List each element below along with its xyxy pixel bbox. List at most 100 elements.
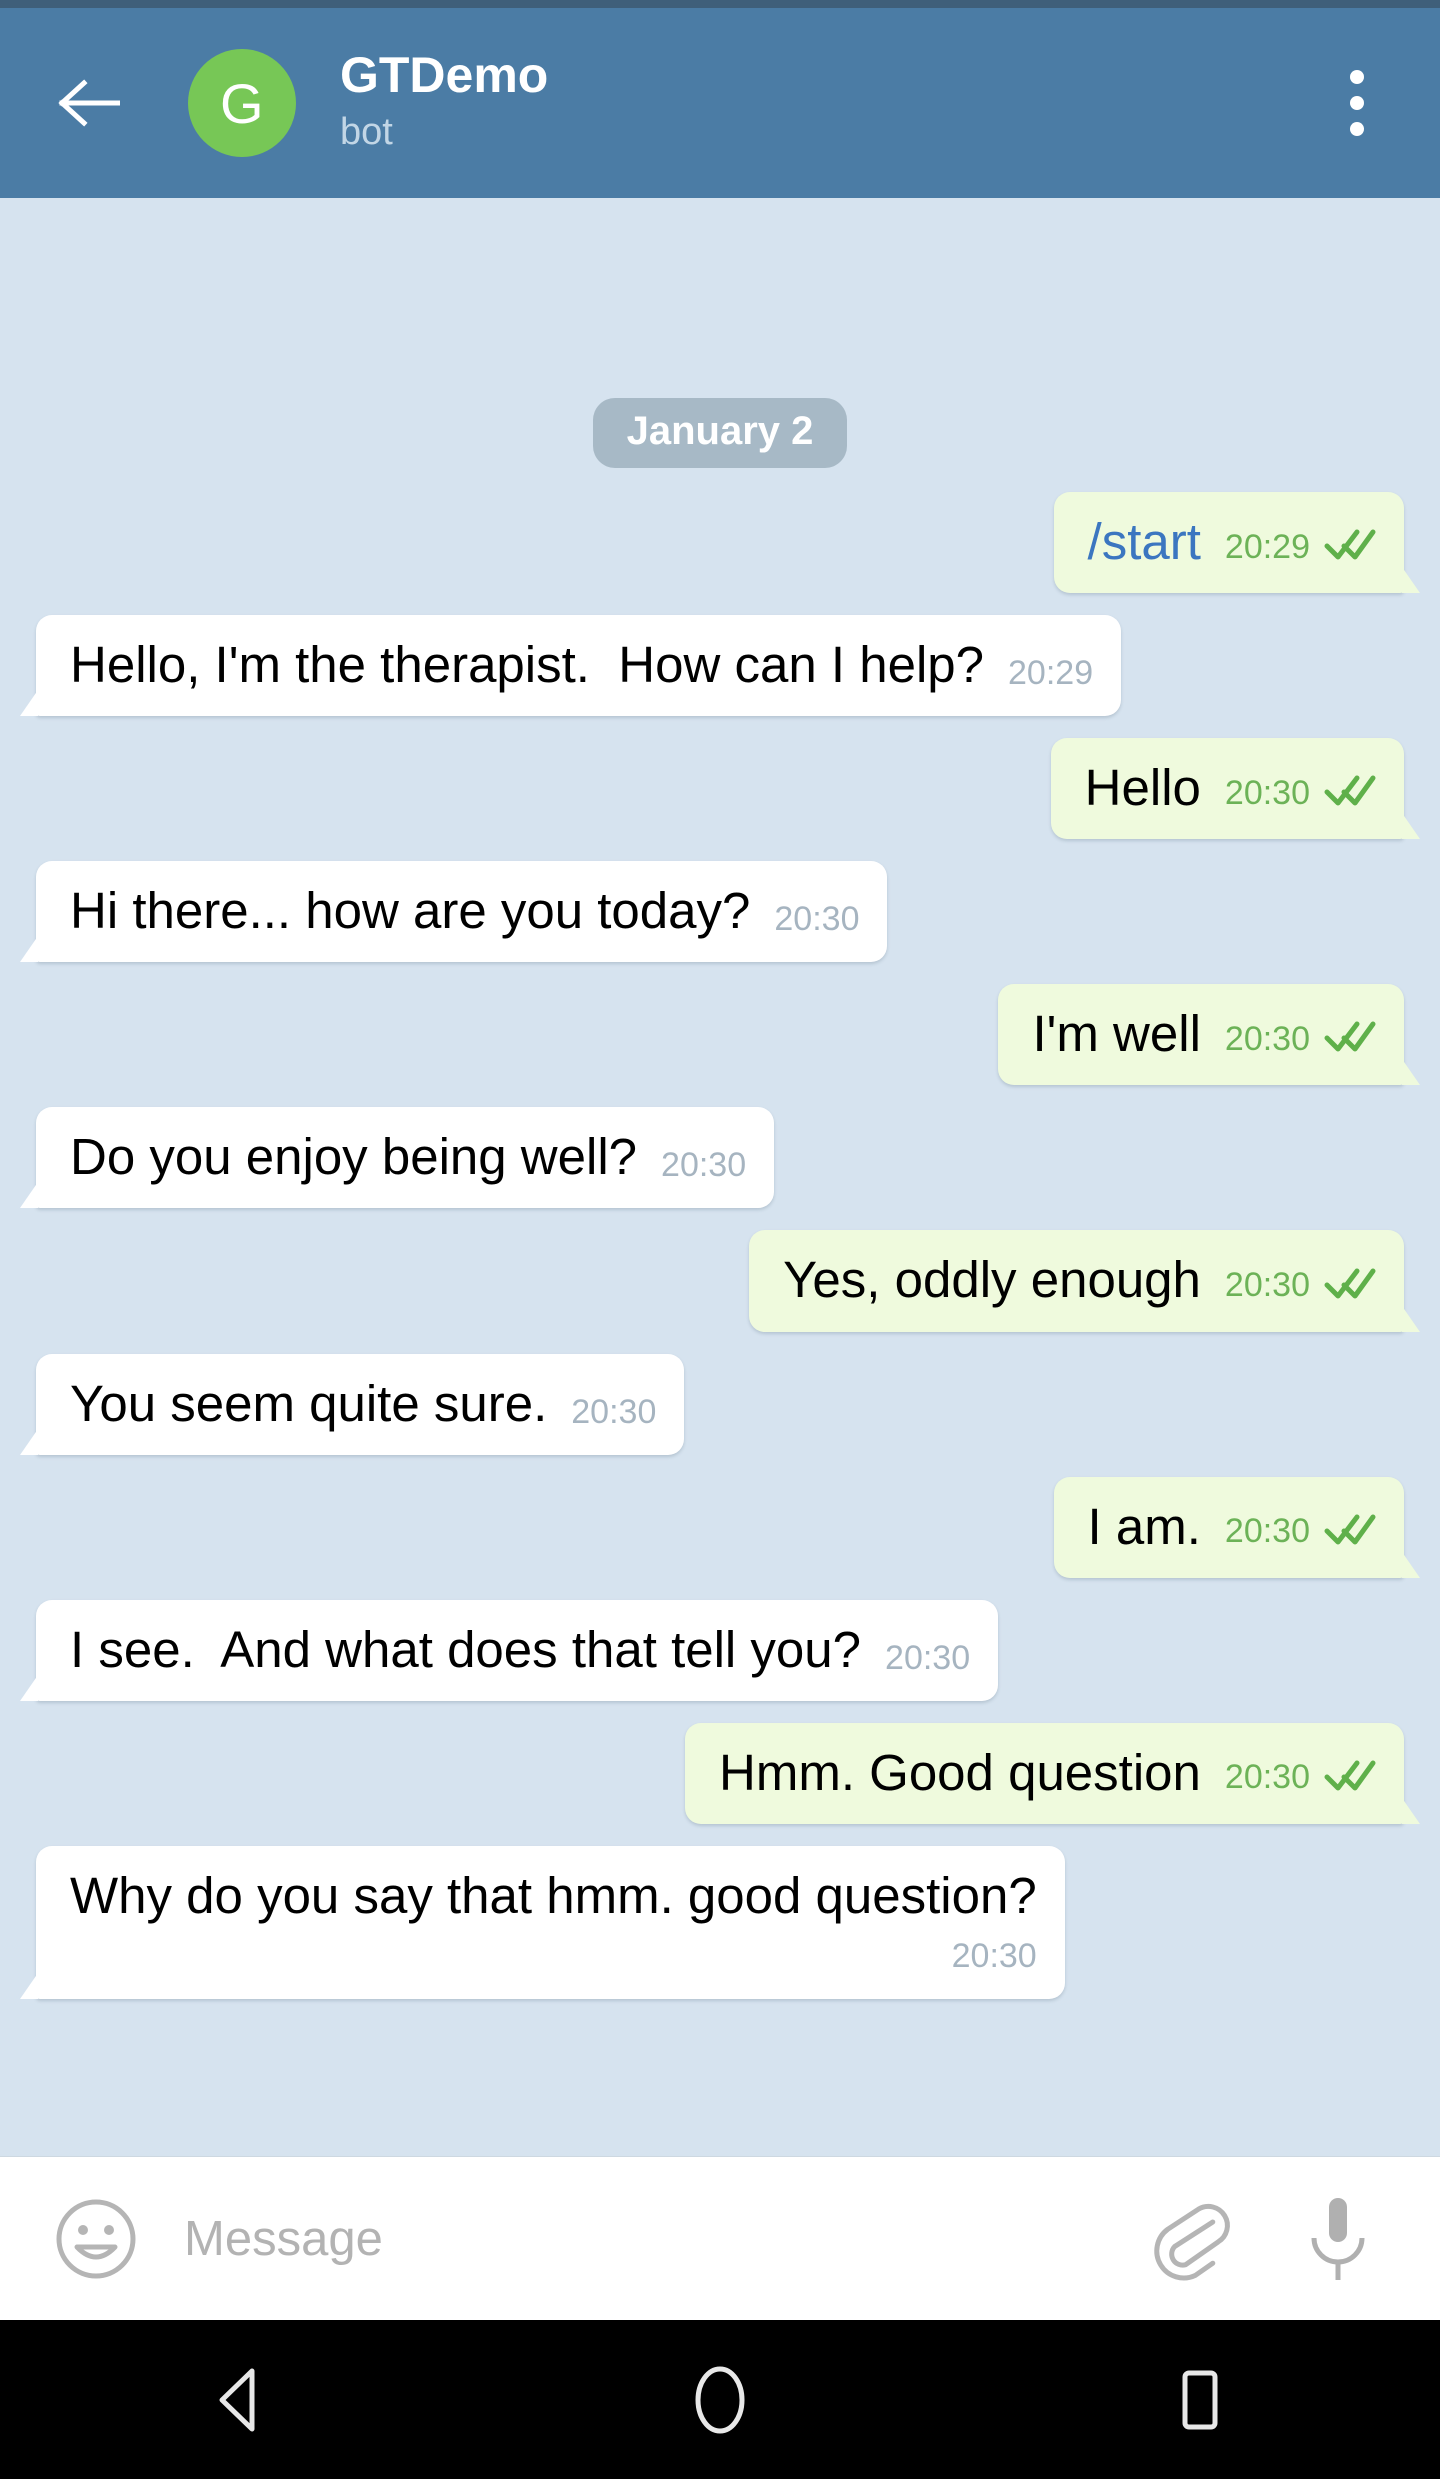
message-row: Do you enjoy being well? 20:30 <box>0 1107 1440 1209</box>
message-row: I see. And what does that tell you? 20:30 <box>0 1599 1440 1701</box>
arrow-left-icon <box>58 79 120 127</box>
message-meta: 20:30 <box>1225 772 1376 813</box>
read-receipt <box>1324 1511 1376 1552</box>
messages-container: /start 20:29 Hello, I'm the therapist. How… <box>0 492 1440 2000</box>
telegram-chat-screen: G GTDemo bot January 2 /start 20:29 Hello,… <box>0 0 1440 2479</box>
incoming-message-bubble[interactable]: I see. And what does that tell you? 20:30 <box>19 1599 999 1701</box>
message-row: Hmm. Good question 20:30 <box>0 1722 1440 1824</box>
paperclip-icon <box>1154 2203 1230 2280</box>
message-meta: 20:30 <box>1225 1757 1376 1798</box>
overflow-menu-icon <box>1350 122 1364 136</box>
avatar-letter: G <box>219 71 265 135</box>
emoji-button[interactable] <box>50 2193 142 2285</box>
outgoing-message-bubble[interactable]: Hello 20:30 <box>1050 738 1421 840</box>
message-timestamp: 20:30 <box>661 1146 747 1185</box>
message-row: Hello 20:30 <box>0 738 1440 840</box>
incoming-message-bubble[interactable]: Hi there... how are you today? 20:30 <box>19 861 888 963</box>
message-timestamp: 20:29 <box>1008 654 1094 693</box>
nav-home-circle-icon <box>695 2366 745 2433</box>
overflow-menu-button[interactable] <box>1302 48 1412 158</box>
read-receipt <box>1324 526 1376 567</box>
smiley-icon <box>56 2199 136 2278</box>
message-row: You seem quite sure. 20:30 <box>0 1353 1440 1455</box>
message-row: /start 20:29 <box>0 492 1440 594</box>
message-row: Hello, I'm the therapist. How can I help… <box>0 615 1440 717</box>
message-row: Yes, oddly enough 20:30 <box>0 1230 1440 1332</box>
message-meta: 20:30 <box>774 902 859 936</box>
message-meta: 20:29 <box>1008 656 1093 690</box>
outgoing-message-bubble[interactable]: /start 20:29 <box>1053 492 1421 594</box>
message-timestamp: 20:30 <box>885 1638 971 1677</box>
message-meta: 20:30 <box>571 1395 656 1429</box>
read-receipt <box>1324 1757 1376 1798</box>
message-timestamp: 20:30 <box>1224 1758 1310 1797</box>
message-row: Hi there... how are you today? 20:30 <box>0 861 1440 963</box>
nav-recents-button[interactable] <box>1125 2345 1275 2455</box>
message-row: I'm well 20:30 <box>0 984 1440 1086</box>
voice-record-button[interactable] <box>1290 2191 1386 2287</box>
double-check-icon <box>1324 1268 1376 1299</box>
message-meta: 20:29 <box>1225 526 1376 567</box>
status-bar <box>0 0 1440 8</box>
message-text: Hello <box>1084 759 1201 817</box>
incoming-message-bubble[interactable]: Why do you say that hmm. good question? 2… <box>20 1845 1065 2000</box>
message-timestamp: 20:30 <box>571 1392 657 1431</box>
back-button[interactable] <box>52 66 126 140</box>
message-meta: 20:30 <box>1225 1018 1376 1059</box>
message-input[interactable] <box>184 2210 1142 2267</box>
double-check-icon <box>1324 775 1376 806</box>
outgoing-message-bubble[interactable]: Yes, oddly enough 20:30 <box>749 1230 1420 1332</box>
outgoing-message-bubble[interactable]: I am. 20:30 <box>1053 1476 1421 1578</box>
message-text: I am. <box>1087 1497 1201 1555</box>
date-separator-row: January 2 <box>0 198 1440 492</box>
message-text: Why do you say that hmm. good question? <box>70 1866 1037 1924</box>
microphone-icon <box>1311 2197 1365 2280</box>
read-receipt <box>1324 1018 1376 1059</box>
message-text[interactable]: /start <box>1088 514 1201 569</box>
message-meta: 20:30 <box>661 1148 746 1182</box>
chat-subtitle: bot <box>340 111 393 154</box>
message-text: Hi there... how are you today? <box>70 882 751 940</box>
message-meta: 20:30 <box>1225 1265 1376 1306</box>
message-composer <box>0 2156 1440 2320</box>
nav-home-button[interactable] <box>645 2345 795 2455</box>
nav-back-button[interactable] <box>165 2345 315 2455</box>
message-timestamp: 20:30 <box>1224 1266 1310 1305</box>
nav-recents-square-icon <box>1182 2370 1218 2429</box>
double-check-icon <box>1324 1514 1376 1545</box>
incoming-message-bubble[interactable]: Do you enjoy being well? 20:30 <box>19 1107 775 1209</box>
chat-title-block[interactable]: GTDemo bot <box>340 49 1302 157</box>
double-check-icon <box>1324 1760 1376 1791</box>
android-navigation-bar <box>0 2320 1440 2479</box>
message-timestamp: 20:29 <box>1224 527 1310 566</box>
double-check-icon <box>1324 1021 1376 1052</box>
incoming-message-bubble[interactable]: Hello, I'm the therapist. How can I help… <box>19 615 1122 717</box>
chat-app-bar: G GTDemo bot <box>0 8 1440 198</box>
message-row: I am. 20:30 <box>0 1476 1440 1578</box>
outgoing-message-bubble[interactable]: Hmm. Good question 20:30 <box>685 1722 1420 1824</box>
read-receipt <box>1324 1265 1376 1306</box>
message-text: I'm well <box>1032 1005 1201 1063</box>
chat-title: GTDemo <box>340 47 549 104</box>
read-receipt <box>1324 772 1376 813</box>
message-text: Yes, oddly enough <box>783 1251 1201 1309</box>
message-text: Hello, I'm the therapist. How can I help… <box>70 636 985 694</box>
message-meta: 20:30 <box>885 1641 970 1675</box>
message-timestamp: 20:30 <box>774 900 860 939</box>
nav-back-triangle-icon <box>219 2368 255 2431</box>
outgoing-message-bubble[interactable]: I'm well 20:30 <box>998 984 1420 1086</box>
message-meta: 20:30 <box>94 1939 1037 1973</box>
message-row: Why do you say that hmm. good question? 2… <box>0 1845 1440 2000</box>
attach-button[interactable] <box>1142 2191 1238 2287</box>
message-list[interactable]: January 2 /start 20:29 Hello, I'm the ther… <box>0 198 1440 2156</box>
date-separator: January 2 <box>592 398 848 468</box>
message-meta: 20:30 <box>1225 1511 1376 1552</box>
message-timestamp: 20:30 <box>1224 773 1310 812</box>
message-text: I see. And what does that tell you? <box>70 1620 862 1678</box>
overflow-menu-icon <box>1350 70 1364 84</box>
overflow-menu-icon <box>1350 96 1364 110</box>
message-timestamp: 20:30 <box>1224 1512 1310 1551</box>
incoming-message-bubble[interactable]: You seem quite sure. 20:30 <box>19 1353 685 1455</box>
avatar[interactable]: G <box>188 49 296 157</box>
message-text: Do you enjoy being well? <box>70 1128 638 1186</box>
